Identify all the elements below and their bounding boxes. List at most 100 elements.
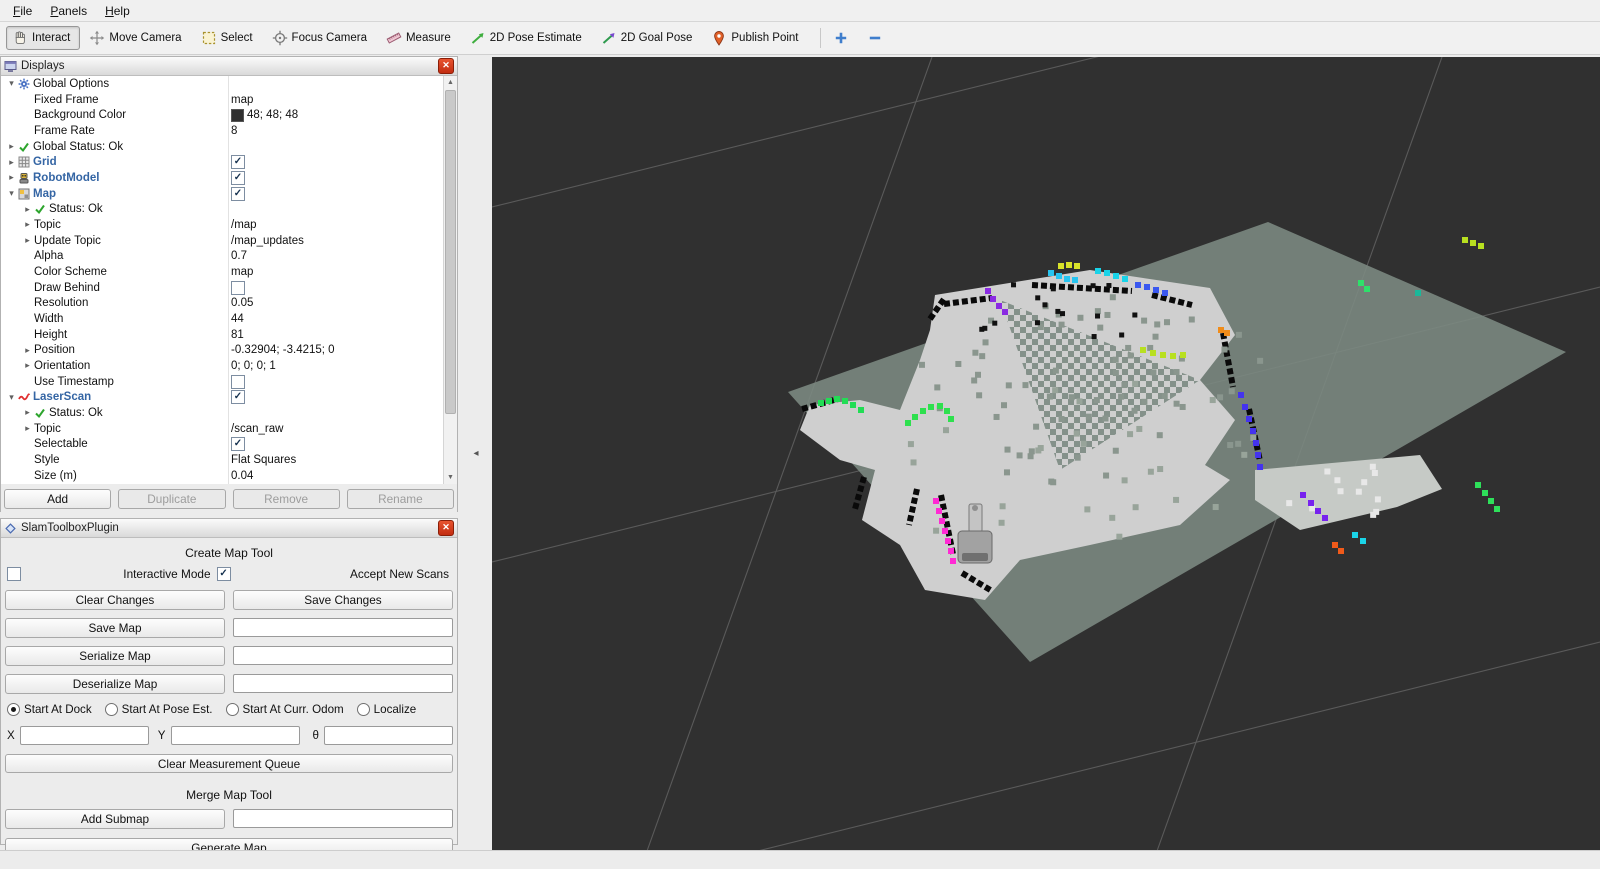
panel-collapse-handle[interactable]: ◂ [470,444,482,462]
display-row-grid[interactable]: ▸Grid✓ [1,154,444,170]
enable-checkbox[interactable]: ✓ [231,437,245,451]
enable-checkbox[interactable]: ✓ [231,187,245,201]
display-value[interactable]: 0.04 [231,470,430,482]
display-row-global-options[interactable]: ▾Global Options [1,76,444,92]
theta-input[interactable] [324,726,453,745]
save-map-input[interactable] [233,618,453,637]
radio-start-at-pose-est[interactable]: Start At Pose Est. [105,703,213,716]
tree-collapse-arrow-icon[interactable]: ▾ [5,78,18,89]
tool-interact[interactable]: Interact [6,26,80,50]
display-value[interactable]: /map [231,219,430,231]
add-tool-button[interactable] [829,27,853,49]
tree-expand-arrow-icon[interactable]: ▸ [21,423,34,434]
x-input[interactable] [20,726,149,745]
displays-close-button[interactable]: ✕ [438,58,454,74]
menu-panels[interactable]: Panels [41,2,96,20]
clear-measurement-queue-button[interactable]: Clear Measurement Queue [5,754,453,773]
add-submap-button[interactable]: Add Submap [5,809,225,829]
add-submap-input[interactable] [233,809,453,828]
display-row-selectable[interactable]: Selectable✓ [1,436,444,452]
y-input[interactable] [171,726,300,745]
enable-checkbox[interactable]: ✓ [231,171,245,185]
display-value[interactable]: 8 [231,125,430,137]
display-value[interactable]: /scan_raw [231,423,430,435]
deserialize-map-button[interactable]: Deserialize Map [5,674,225,694]
display-value[interactable]: 0.7 [231,250,430,262]
save-map-button[interactable]: Save Map [5,618,225,638]
display-row-fixed-frame[interactable]: Fixed Framemap [1,92,444,108]
display-row-position[interactable]: ▸Position-0.32904; -3.4215; 0 [1,342,444,358]
display-row-topic[interactable]: ▸Topic/scan_raw [1,421,444,437]
menu-help[interactable]: Help [96,2,139,20]
display-value[interactable]: Flat Squares [231,454,430,466]
display-row-use-timestamp[interactable]: Use Timestamp [1,374,444,390]
display-value[interactable]: 81 [231,329,430,341]
display-row-laserscan[interactable]: ▾LaserScan✓ [1,389,444,405]
display-row-status-ok[interactable]: ▸Status: Ok [1,201,444,217]
display-row-alpha[interactable]: Alpha0.7 [1,248,444,264]
display-value[interactable]: -0.32904; -3.4215; 0 [231,344,430,356]
tool-move-camera[interactable]: Move Camera [83,26,191,50]
scroll-up-icon[interactable]: ▲ [444,76,457,89]
enable-checkbox[interactable] [231,375,245,389]
display-value[interactable]: map [231,266,430,278]
tool-measure[interactable]: Measure [380,26,461,50]
tree-expand-arrow-icon[interactable]: ▸ [21,407,34,418]
displays-scrollbar[interactable]: ▲ ▼ [443,76,457,484]
display-row-frame-rate[interactable]: Frame Rate8 [1,123,444,139]
enable-checkbox[interactable]: ✓ [231,155,245,169]
tool-2d-goal-pose[interactable]: 2D Goal Pose [595,26,703,50]
tree-expand-arrow-icon[interactable]: ▸ [21,360,34,371]
save-changes-button[interactable]: Save Changes [233,590,453,610]
display-row-width[interactable]: Width44 [1,311,444,327]
add-button[interactable]: Add [4,489,111,509]
display-row-style[interactable]: StyleFlat Squares [1,452,444,468]
tree-collapse-arrow-icon[interactable]: ▾ [5,392,18,403]
clear-changes-button[interactable]: Clear Changes [5,590,225,610]
serialize-map-input[interactable] [233,646,453,665]
tool-2d-pose-estimate[interactable]: 2D Pose Estimate [464,26,592,50]
serialize-map-button[interactable]: Serialize Map [5,646,225,666]
interactive-mode-checkbox[interactable] [7,567,21,581]
display-row-update-topic[interactable]: ▸Update Topic/map_updates [1,233,444,249]
display-value[interactable]: 0.05 [231,297,430,309]
display-row-height[interactable]: Height81 [1,327,444,343]
tool-select[interactable]: Select [195,26,263,50]
enable-checkbox[interactable]: ✓ [231,390,245,404]
remove-tool-button[interactable] [863,27,887,49]
accept-new-scans-checkbox[interactable]: ✓ [217,567,231,581]
tree-expand-arrow-icon[interactable]: ▸ [21,235,34,246]
display-row-map[interactable]: ▾Map✓ [1,186,444,202]
radio-start-at-dock[interactable]: Start At Dock [7,703,92,716]
display-row-topic[interactable]: ▸Topic/map [1,217,444,233]
tree-expand-arrow-icon[interactable]: ▸ [21,345,34,356]
display-row-color-scheme[interactable]: Color Schememap [1,264,444,280]
tree-collapse-arrow-icon[interactable]: ▾ [5,188,18,199]
display-value[interactable]: 48; 48; 48 [231,109,430,122]
scrollbar-thumb[interactable] [445,90,456,414]
display-row-draw-behind[interactable]: Draw Behind [1,280,444,296]
display-row-status-ok[interactable]: ▸Status: Ok [1,405,444,421]
display-row-background-color[interactable]: Background Color48; 48; 48 [1,107,444,123]
menu-file[interactable]: File [4,2,41,20]
display-value[interactable]: 0; 0; 0; 1 [231,360,430,372]
tool-focus-camera[interactable]: Focus Camera [266,26,377,50]
display-row-orientation[interactable]: ▸Orientation0; 0; 0; 1 [1,358,444,374]
tree-expand-arrow-icon[interactable]: ▸ [21,219,34,230]
tree-expand-arrow-icon[interactable]: ▸ [5,172,18,183]
slam-close-button[interactable]: ✕ [438,520,454,536]
scroll-down-icon[interactable]: ▼ [444,471,457,484]
slam-titlebar[interactable]: SlamToolboxPlugin ✕ [1,519,457,538]
tree-expand-arrow-icon[interactable]: ▸ [5,157,18,168]
tree-expand-arrow-icon[interactable]: ▸ [5,141,18,152]
3d-viewport[interactable] [492,57,1600,851]
display-row-global-status-ok[interactable]: ▸Global Status: Ok [1,139,444,155]
radio-start-at-curr-odom[interactable]: Start At Curr. Odom [226,703,344,716]
display-row-robotmodel[interactable]: ▸RobotModel✓ [1,170,444,186]
display-value[interactable]: map [231,94,430,106]
display-row-size-m[interactable]: Size (m)0.04 [1,468,444,484]
enable-checkbox[interactable] [231,281,245,295]
display-value[interactable]: 44 [231,313,430,325]
tree-expand-arrow-icon[interactable]: ▸ [21,204,34,215]
tool-publish-point[interactable]: Publish Point [705,26,808,50]
